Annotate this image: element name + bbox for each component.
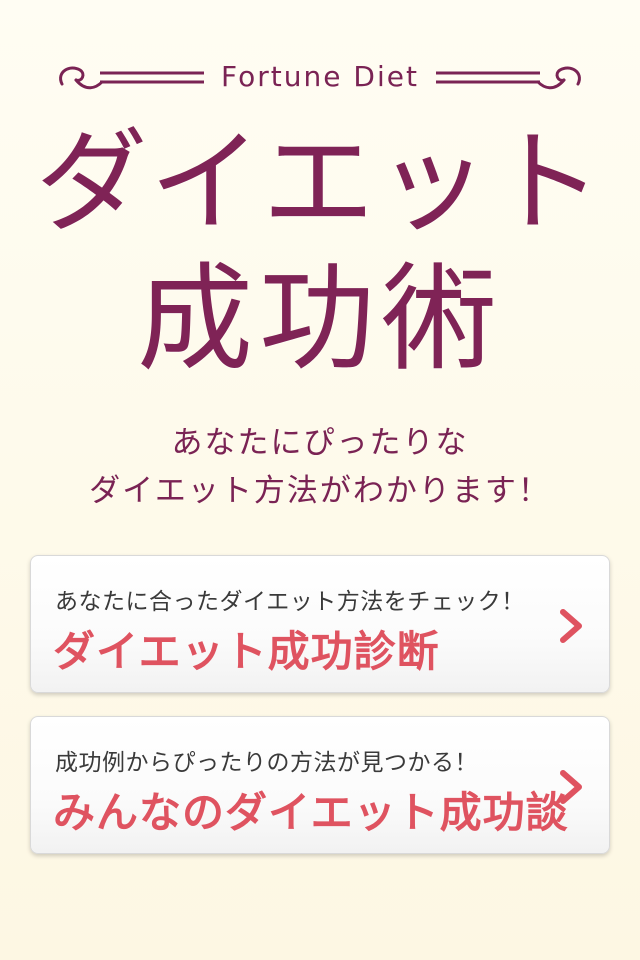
chevron-right-icon [560,770,582,804]
card-title: ダイエット成功診断 [53,627,440,676]
subtitle-line1: あなたにぴったりな [171,425,469,461]
diet-diagnosis-button[interactable]: あなたに合ったダイエット方法をチェック！ ダイエット成功診断 [30,555,610,693]
page-title-line2: 成功術 [137,252,503,387]
brand-header: Fortune Diet [56,58,584,102]
card-label: あなたに合ったダイエット方法をチェック！ [55,589,525,615]
chevron-right-icon [560,609,582,643]
right-flourish-ornament [436,66,581,90]
card-label: 成功例からぴったりの方法が見つかる！ [55,750,478,776]
card-title: みんなのダイエット成功談 [53,788,569,837]
success-stories-button[interactable]: 成功例からぴったりの方法が見つかる！ みんなのダイエット成功談 [30,716,610,854]
page-title-line1: ダイエット [35,118,605,248]
subtitle-line2: ダイエット方法がわかります！ [89,473,551,509]
